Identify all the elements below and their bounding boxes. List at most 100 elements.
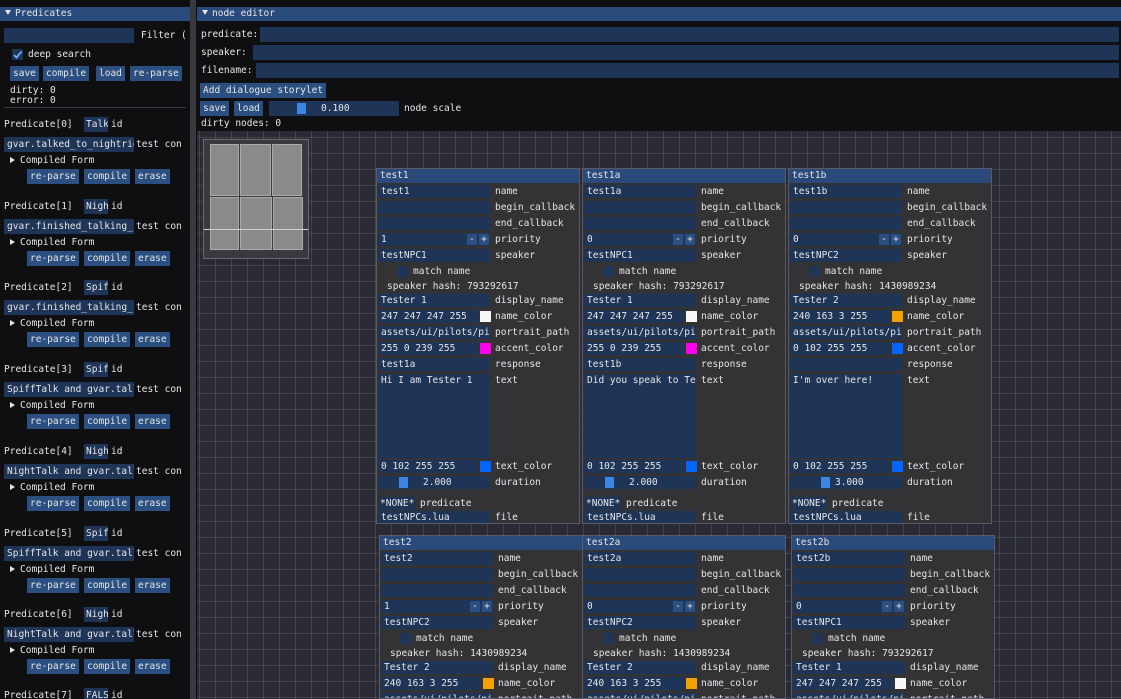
- load-button[interactable]: load: [96, 66, 125, 81]
- duration-grab[interactable]: [821, 477, 830, 488]
- begin-callback-input[interactable]: [378, 201, 490, 214]
- duration-grab[interactable]: [605, 477, 614, 488]
- compiled-form-tree[interactable]: Compiled Form: [10, 400, 94, 412]
- predicate-expression-input[interactable]: SpiffTalk and gvar.tall: [4, 382, 134, 397]
- erase-button[interactable]: erase: [135, 414, 170, 429]
- node-scale-slider[interactable]: 0.100: [269, 101, 399, 116]
- begin-callback-input[interactable]: [584, 201, 696, 214]
- accent-color-swatch[interactable]: [480, 343, 491, 354]
- predicate-combo[interactable]: *NONE*: [585, 497, 622, 510]
- name-color-swatch[interactable]: [686, 678, 697, 689]
- name-color-input[interactable]: 247 247 247 255: [793, 677, 893, 690]
- display-name-input[interactable]: Tester 2: [381, 661, 493, 674]
- predicate-id-input[interactable]: Talk: [84, 117, 108, 132]
- portrait-path-input[interactable]: assets/ui/pilots/pilo: [793, 693, 905, 698]
- duration-slider[interactable]: 2.000: [378, 476, 490, 489]
- node-name-input[interactable]: test2b: [793, 552, 905, 565]
- match-name-checkbox[interactable]: [809, 266, 820, 277]
- display-name-input[interactable]: Tester 2: [584, 661, 696, 674]
- portrait-path-input[interactable]: assets/ui/pilots/pilo: [584, 326, 696, 339]
- storylet-node[interactable]: test2a test2a name begin_callback end_callba…: [582, 535, 786, 699]
- predicate-expression-input[interactable]: NightTalk and gvar.tall: [4, 627, 134, 642]
- file-input[interactable]: testNPCs.lua: [790, 511, 902, 523]
- erase-button[interactable]: erase: [135, 659, 170, 674]
- file-input[interactable]: testNPCs.lua: [378, 511, 490, 523]
- node-title-bar[interactable]: test2: [380, 536, 582, 550]
- portrait-path-input[interactable]: assets/ui/pilots/pilo: [584, 693, 696, 698]
- storylet-node[interactable]: test1b test1b name begin_callback end_callba…: [788, 168, 992, 524]
- text-color-input[interactable]: 0 102 255 255: [790, 460, 890, 473]
- storylet-node[interactable]: test2b test2b name begin_callback end_callba…: [791, 535, 995, 699]
- accent-color-input[interactable]: 0 102 255 255: [790, 342, 890, 355]
- text-color-swatch[interactable]: [892, 461, 903, 472]
- erase-button[interactable]: erase: [135, 332, 170, 347]
- begin-callback-input[interactable]: [381, 568, 493, 581]
- name-color-swatch[interactable]: [480, 311, 491, 322]
- compile-button[interactable]: compile: [84, 496, 131, 511]
- node-name-input[interactable]: test1a: [584, 185, 696, 198]
- reparse-button[interactable]: re-parse: [27, 578, 79, 593]
- text-area[interactable]: Hi I am Tester 1: [378, 374, 490, 458]
- predicate-id-input[interactable]: Nigh: [84, 607, 108, 622]
- name-color-swatch[interactable]: [895, 678, 906, 689]
- begin-callback-input[interactable]: [793, 568, 905, 581]
- priority-plus-button[interactable]: +: [894, 601, 904, 612]
- name-color-swatch[interactable]: [892, 311, 903, 322]
- end-callback-input[interactable]: [584, 584, 696, 597]
- end-callback-input[interactable]: [793, 584, 905, 597]
- text-color-swatch[interactable]: [686, 461, 697, 472]
- left-scrollbar[interactable]: [190, 0, 196, 699]
- begin-callback-input[interactable]: [584, 568, 696, 581]
- duration-slider[interactable]: 3.000: [790, 476, 902, 489]
- compiled-form-tree[interactable]: Compiled Form: [10, 564, 94, 576]
- speaker-input[interactable]: testNPC1: [584, 249, 696, 262]
- predicate-expression-input[interactable]: NightTalk and gvar.tall: [4, 464, 134, 479]
- slider-grab[interactable]: [297, 103, 306, 114]
- storylet-node[interactable]: test2 test2 name begin_callback end_callback…: [379, 535, 583, 699]
- node-title-bar[interactable]: test2a: [583, 536, 785, 550]
- reparse-button[interactable]: re-parse: [27, 169, 79, 184]
- accent-color-input[interactable]: 255 0 239 255: [584, 342, 684, 355]
- priority-plus-button[interactable]: +: [685, 234, 695, 245]
- compile-button[interactable]: compile: [84, 414, 131, 429]
- name-color-input[interactable]: 240 163 3 255: [790, 310, 890, 323]
- name-color-input[interactable]: 240 163 3 255: [381, 677, 481, 690]
- node-canvas[interactable]: test1 test1 name begin_callback end_callback…: [197, 131, 1121, 699]
- deep-search-checkbox[interactable]: [12, 49, 23, 60]
- filter-input[interactable]: [4, 28, 134, 43]
- match-name-checkbox[interactable]: [812, 633, 823, 644]
- editor-load-button[interactable]: load: [234, 101, 263, 116]
- node-name-input[interactable]: test1: [378, 185, 490, 198]
- portrait-path-input[interactable]: assets/ui/pilots/pilo: [381, 693, 493, 698]
- editor-save-button[interactable]: save: [200, 101, 229, 116]
- name-color-swatch[interactable]: [686, 311, 697, 322]
- match-name-checkbox[interactable]: [400, 633, 411, 644]
- match-name-checkbox[interactable]: [397, 266, 408, 277]
- display-name-input[interactable]: Tester 1: [793, 661, 905, 674]
- speaker-input[interactable]: testNPC2: [790, 249, 902, 262]
- portrait-path-input[interactable]: assets/ui/pilots/pilo: [790, 326, 902, 339]
- erase-button[interactable]: erase: [135, 251, 170, 266]
- end-callback-input[interactable]: [378, 217, 490, 230]
- minimap[interactable]: [203, 139, 309, 259]
- priority-plus-button[interactable]: +: [479, 234, 489, 245]
- reparse-button[interactable]: re-parse: [27, 251, 79, 266]
- match-name-checkbox[interactable]: [603, 633, 614, 644]
- text-color-input[interactable]: 0 102 255 255: [378, 460, 478, 473]
- name-color-input[interactable]: 247 247 247 255: [378, 310, 478, 323]
- predicate-id-input[interactable]: Nigh: [84, 199, 108, 214]
- text-area[interactable]: I'm over here!: [790, 374, 902, 458]
- name-color-input[interactable]: 240 163 3 255: [584, 677, 684, 690]
- end-callback-input[interactable]: [790, 217, 902, 230]
- display-name-input[interactable]: Tester 1: [378, 294, 490, 307]
- node-editor-title-bar[interactable]: node editor: [197, 7, 1121, 21]
- predicate-id-input[interactable]: Spif: [84, 280, 108, 295]
- speaker-input[interactable]: testNPC2: [584, 616, 696, 629]
- end-callback-input[interactable]: [584, 217, 696, 230]
- node-title-bar[interactable]: test1b: [789, 169, 991, 183]
- reparse-button[interactable]: re-parse: [27, 332, 79, 347]
- reparse-button[interactable]: re-parse: [130, 66, 182, 81]
- add-dialogue-storylet-button[interactable]: Add dialogue storylet: [200, 83, 327, 98]
- predicate-combo[interactable]: *NONE*: [379, 497, 416, 510]
- response-input[interactable]: test1b: [584, 358, 696, 371]
